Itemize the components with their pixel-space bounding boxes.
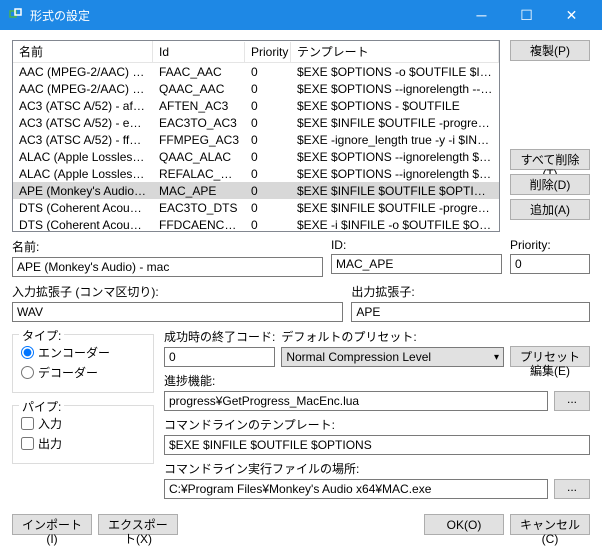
grid-header: 名前 Id Priority テンプレート [13,41,499,63]
name-label: 名前: [12,238,323,255]
table-row[interactable]: AAC (MPEG-2/AAC) - faacFAAC_AAC0$EXE $OP… [13,63,499,80]
type-group: タイプ: エンコーダー デコーダー [12,334,154,393]
cmdexe-label: コマンドライン実行ファイルの場所: [164,460,548,477]
table-row[interactable]: APE (Monkey's Audio) - macMAC_APE0$EXE $… [13,182,499,199]
import-button[interactable]: インポート(I) [12,514,92,535]
outext-label: 出力拡張子: [351,283,590,300]
table-row[interactable]: DTS (Coherent Acoustics co...EAC3TO_DTS0… [13,199,499,216]
col-template[interactable]: テンプレート [291,40,499,63]
table-row[interactable]: DTS (Coherent Acoustics co...FFDCAENC_DT… [13,216,499,231]
app-icon [8,7,24,23]
col-name[interactable]: 名前 [13,40,153,63]
close-button[interactable]: ✕ [549,0,594,30]
type-label: タイプ: [19,327,64,344]
table-row[interactable]: AC3 (ATSC A/52) - aftenAFTEN_AC30$EXE $O… [13,97,499,114]
outext-input[interactable] [351,302,590,322]
remove-button[interactable]: 削除(D) [510,174,590,195]
exit-label: 成功時の終了コード: [164,328,275,345]
cmdtpl-label: コマンドラインのテンプレート: [164,416,590,433]
pipe-out-check[interactable]: 出力 [21,435,145,452]
progress-label: 進捗機能: [164,372,548,389]
priority-input[interactable] [510,254,590,274]
encoder-radio[interactable]: エンコーダー [21,344,145,361]
preset-label: デフォルトのプリセット: [281,328,504,345]
name-input[interactable] [12,257,323,277]
col-priority[interactable]: Priority [245,42,291,62]
maximize-button[interactable]: ☐ [504,0,549,30]
decoder-radio[interactable]: デコーダー [21,364,145,381]
removeall-button[interactable]: すべて削除(T) [510,149,590,170]
progress-input[interactable] [164,391,548,411]
table-row[interactable]: AC3 (ATSC A/52) - eac3toEAC3TO_AC30$EXE … [13,114,499,131]
copy-button[interactable]: 複製(P) [510,40,590,61]
pipe-label: パイプ: [19,398,64,415]
cmdexe-input[interactable] [164,479,548,499]
cmdexe-browse-button[interactable]: ... [554,479,590,499]
format-grid[interactable]: 名前 Id Priority テンプレート AAC (MPEG-2/AAC) -… [12,40,500,232]
cmdtpl-input[interactable] [164,435,590,455]
pipe-in-check[interactable]: 入力 [21,415,145,432]
preset-select[interactable]: Normal Compression Level▾ [281,347,504,367]
progress-browse-button[interactable]: ... [554,391,590,411]
exit-input[interactable] [164,347,275,367]
table-row[interactable]: ALAC (Apple Lossless) - qaacQAAC_ALAC0$E… [13,148,499,165]
inext-label: 入力拡張子 (コンマ区切り): [12,283,343,300]
export-button[interactable]: エクスポート(X) [98,514,178,535]
ok-button[interactable]: OK(O) [424,514,504,535]
col-id[interactable]: Id [153,42,245,62]
add-button[interactable]: 追加(A) [510,199,590,220]
table-row[interactable]: AC3 (ATSC A/52) - ffmpegFFMPEG_AC30$EXE … [13,131,499,148]
cancel-button[interactable]: キャンセル(C) [510,514,590,535]
titlebar: 形式の設定 ─ ☐ ✕ [0,0,602,30]
preset-edit-button[interactable]: プリセット編集(E) [510,346,590,367]
table-row[interactable]: ALAC (Apple Lossless) - ref...REFALAC_AL… [13,165,499,182]
minimize-button[interactable]: ─ [459,0,504,30]
pipe-group: パイプ: 入力 出力 [12,405,154,464]
window-title: 形式の設定 [30,7,459,24]
table-row[interactable]: AAC (MPEG-2/AAC) - qaacQAAC_AAC0$EXE $OP… [13,80,499,97]
chevron-down-icon: ▾ [494,352,499,363]
id-input[interactable] [331,254,502,274]
inext-input[interactable] [12,302,343,322]
priority-label: Priority: [510,238,590,252]
id-label: ID: [331,238,502,252]
